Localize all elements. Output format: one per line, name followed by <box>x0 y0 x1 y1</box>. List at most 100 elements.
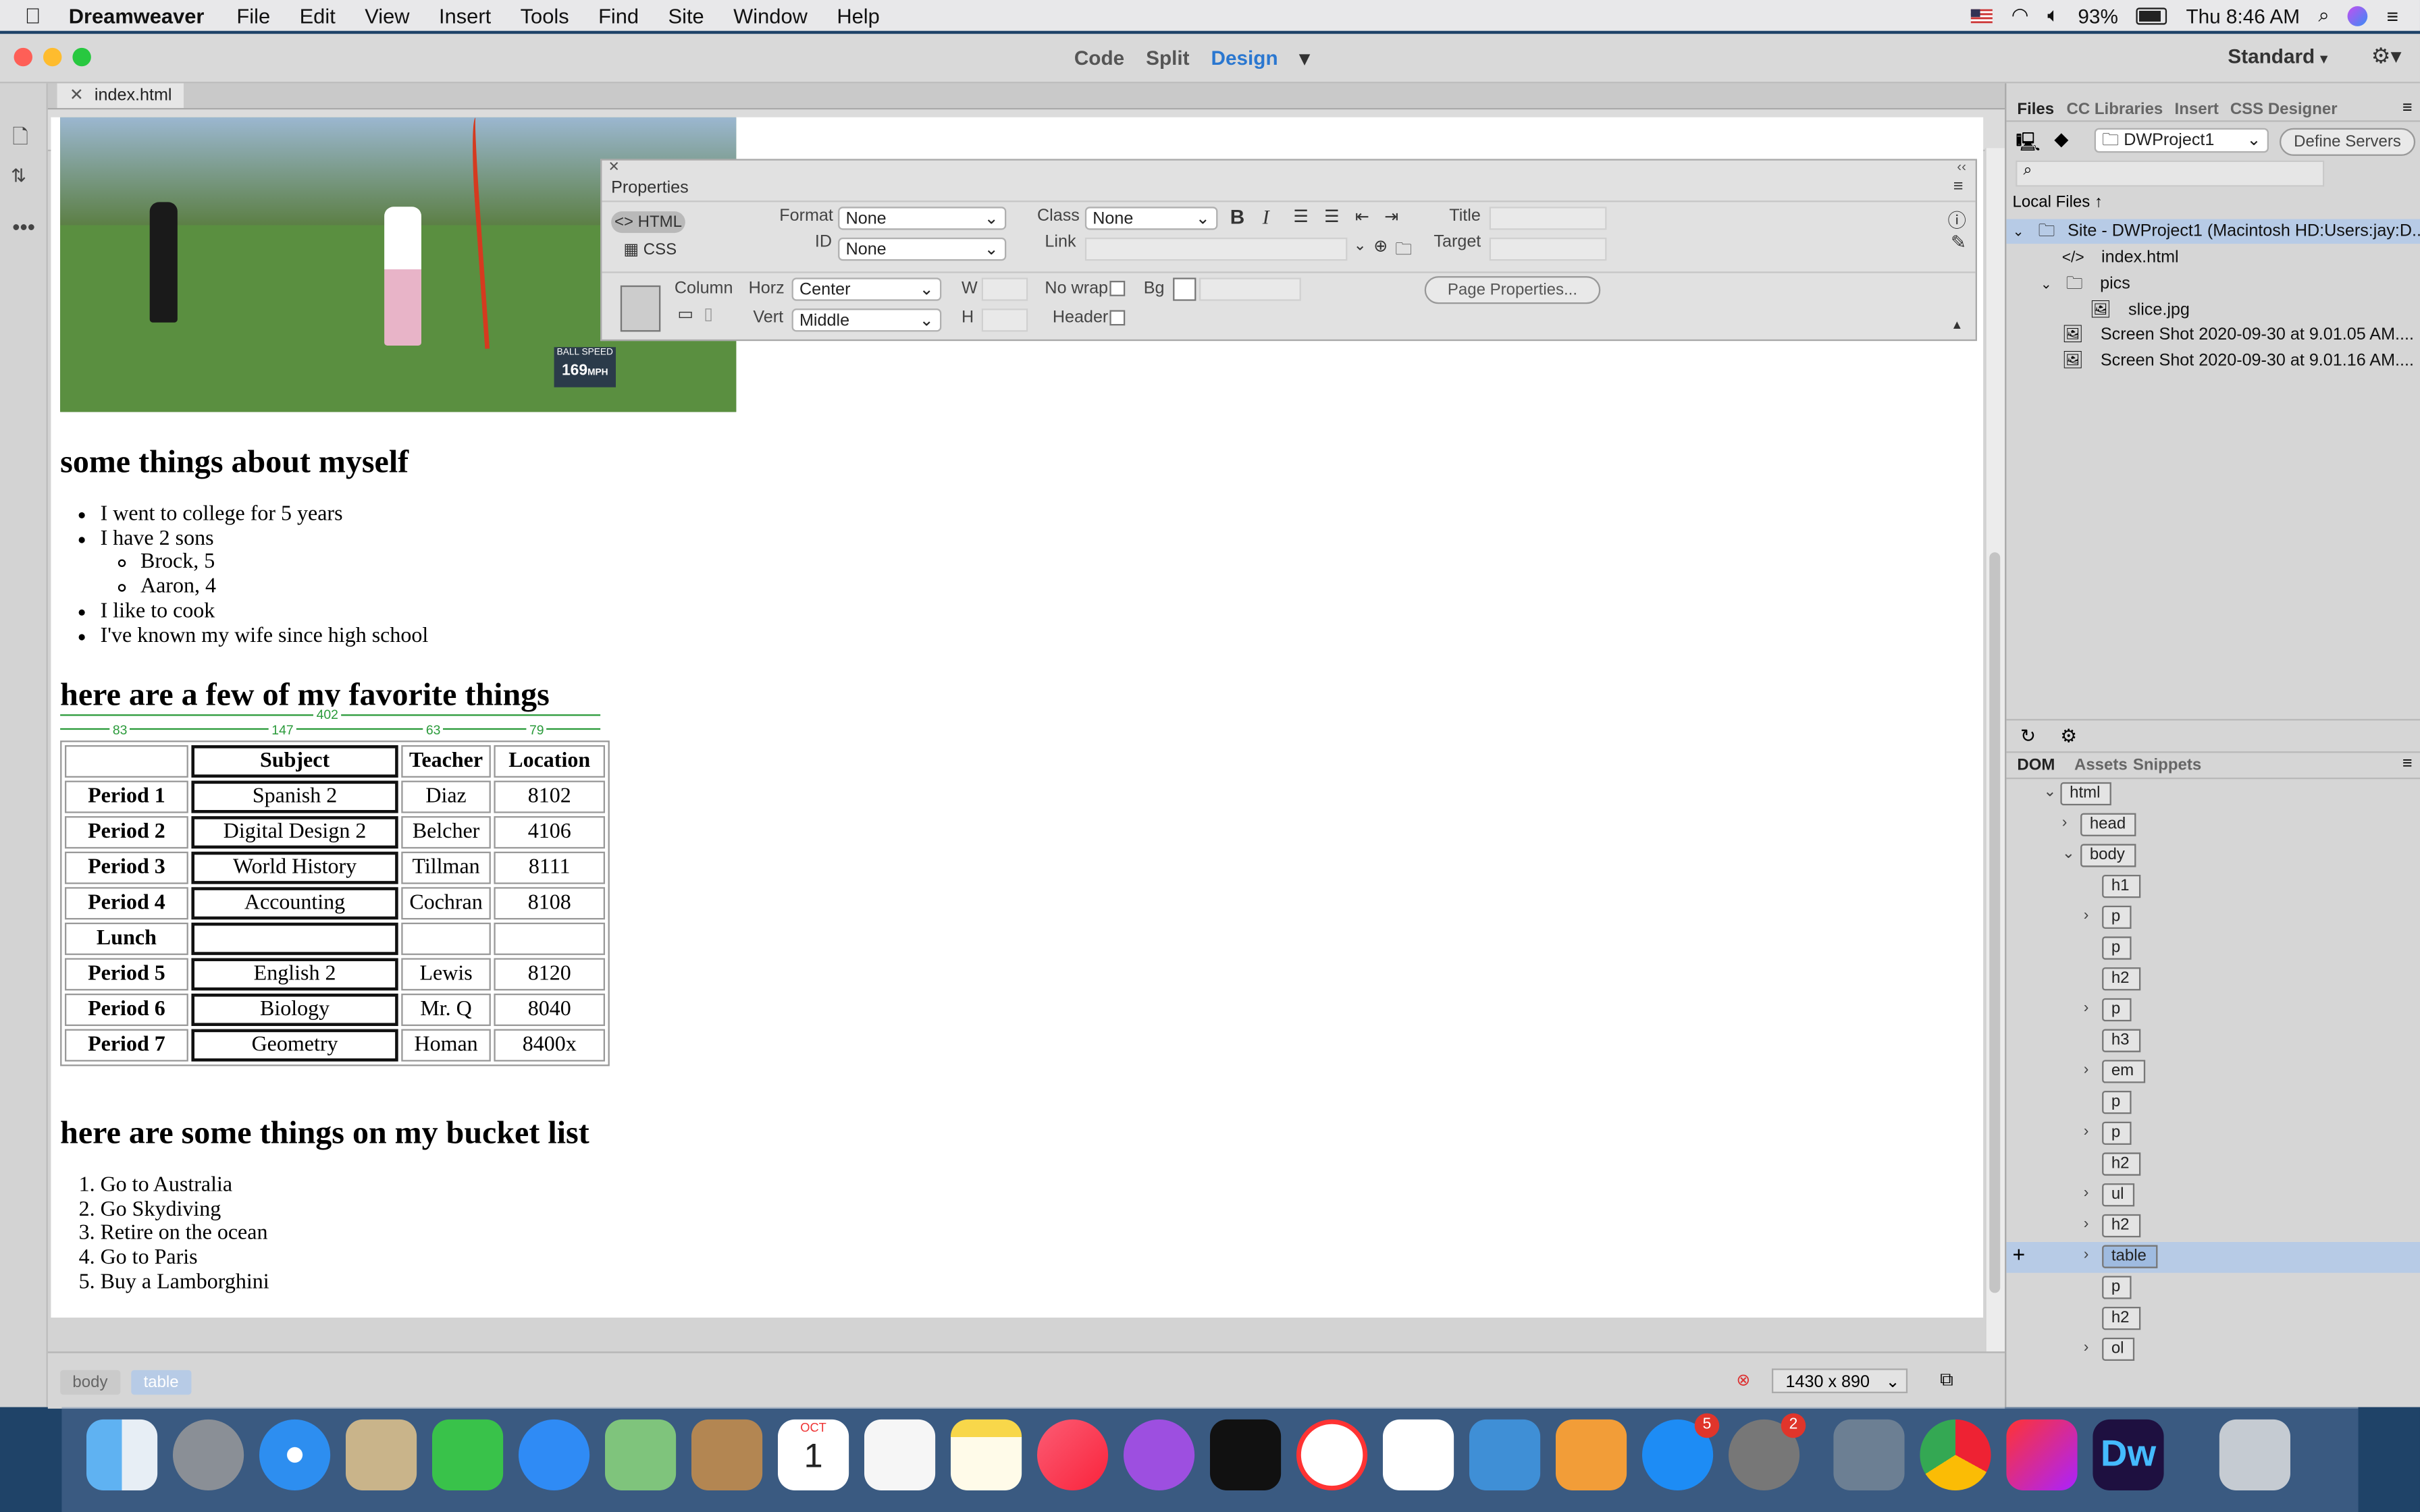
flag-icon[interactable] <box>1971 8 1993 23</box>
table-cell[interactable]: Lunch <box>64 922 188 955</box>
dom-row[interactable]: › p <box>2006 902 2420 934</box>
chevron-right-icon[interactable]: › <box>2062 815 2068 832</box>
finder-icon[interactable] <box>86 1419 158 1490</box>
dom-row-selected[interactable]: + › table <box>2006 1241 2420 1273</box>
table-cell[interactable]: Period 5 <box>64 958 188 991</box>
siri-icon[interactable] <box>2348 5 2369 26</box>
creative-cloud-icon[interactable] <box>2006 1419 2078 1490</box>
table-cell[interactable]: Accounting <box>191 887 398 920</box>
files-search-input[interactable]: ⌕ <box>2016 160 2325 187</box>
new-document-icon[interactable]: 🗋︎ <box>12 124 28 157</box>
search-icon[interactable]: ⌕ <box>2318 3 2330 28</box>
link-field[interactable] <box>1084 237 1348 261</box>
tab-dom[interactable]: DOM <box>2017 756 2055 774</box>
tab-assets[interactable]: Assets <box>2074 756 2128 774</box>
chevron-down-icon[interactable]: ⌄ <box>2043 784 2056 801</box>
tag-selector-body[interactable]: body <box>60 1370 120 1395</box>
news-icon[interactable] <box>1296 1419 1368 1490</box>
table-cell[interactable]: Belcher <box>401 816 491 849</box>
table-cell[interactable]: 8120 <box>494 958 605 991</box>
view-dropdown-icon[interactable]: ▾ <box>1300 47 1310 72</box>
site-select[interactable]: 🗀︎ DWProject1 ⌄ <box>2094 128 2269 153</box>
music-icon[interactable] <box>1036 1419 1109 1490</box>
class-select[interactable]: None ⌄ <box>1084 207 1218 230</box>
table-header-cell[interactable]: Teacher <box>401 745 491 778</box>
table-cell[interactable]: Homan <box>401 1029 491 1062</box>
help-icon[interactable]: ⓘ <box>1948 207 1966 233</box>
format-select[interactable]: None ⌄ <box>838 207 1007 230</box>
height-field[interactable] <box>981 308 1028 332</box>
table-cell[interactable] <box>401 922 491 955</box>
file-row-pics[interactable]: ⌄ 🗀︎ pics <box>2006 271 2420 296</box>
calendar-icon[interactable]: OCT 1 <box>777 1419 849 1490</box>
panel-menu-icon[interactable]: ≡ <box>1953 178 1964 196</box>
dom-row[interactable]: › h2 <box>2006 1211 2420 1242</box>
outdent-icon[interactable]: ⇤ <box>1355 207 1369 227</box>
italic-icon[interactable]: I <box>1263 205 1269 230</box>
trash-icon[interactable] <box>2219 1419 2290 1490</box>
menu-insert[interactable]: Insert <box>439 4 491 27</box>
table-cell[interactable]: Biology <box>191 993 398 1026</box>
connect-server-icon[interactable]: 🖳︎ <box>2016 128 2041 161</box>
panel-menu-icon[interactable]: ≡ <box>2402 755 2413 773</box>
menu-window[interactable]: Window <box>733 4 808 27</box>
app-menu[interactable]: Dreamweaver <box>69 4 205 27</box>
table-cell[interactable]: Mr. Q <box>401 993 491 1026</box>
zoom-window-button[interactable] <box>72 47 91 67</box>
table-cell[interactable]: World History <box>191 851 398 884</box>
sync-icon[interactable]: ⚙ <box>2060 725 2077 747</box>
table-cell[interactable]: Period 6 <box>64 993 188 1026</box>
close-window-button[interactable] <box>14 47 32 67</box>
refresh-icon[interactable]: ↻ <box>2020 725 2036 747</box>
chevron-right-icon[interactable]: › <box>2084 1000 2089 1017</box>
window-size-select[interactable]: 1430 x 890 ⌄ <box>1771 1368 1908 1393</box>
minimize-window-button[interactable] <box>43 47 62 67</box>
dom-row[interactable]: › em <box>2006 1057 2420 1088</box>
header-checkbox[interactable] <box>1109 310 1126 326</box>
dom-row[interactable]: p <box>2006 1087 2420 1118</box>
table-cell[interactable]: Period 1 <box>64 780 188 813</box>
bg-color-swatch[interactable] <box>1173 277 1196 301</box>
table-header-cell[interactable]: Location <box>494 745 605 778</box>
menu-site[interactable]: Site <box>668 4 704 27</box>
appletv-icon[interactable] <box>1209 1419 1282 1490</box>
view-design-button[interactable]: Design <box>1211 47 1278 72</box>
dom-row[interactable]: h2 <box>2006 1150 2420 1181</box>
table-cell[interactable]: Lewis <box>401 958 491 991</box>
chevron-right-icon[interactable]: › <box>2084 907 2089 924</box>
table-cell[interactable]: 8040 <box>494 993 605 1026</box>
table-cell[interactable]: Geometry <box>191 1029 398 1062</box>
browse-folder-icon[interactable]: 🗀︎ <box>1395 236 1412 265</box>
table-cell[interactable]: 8400x <box>494 1029 605 1062</box>
view-code-button[interactable]: Code <box>1074 47 1124 72</box>
dom-row[interactable]: p <box>2006 1273 2420 1304</box>
dom-row[interactable]: p <box>2006 934 2420 965</box>
workspace-switcher[interactable]: Standard ▾ <box>2228 45 2327 68</box>
scrollbar-thumb[interactable] <box>1989 552 2001 1293</box>
panel-menu-icon[interactable]: ≡ <box>2402 99 2413 117</box>
mail-icon[interactable] <box>345 1419 417 1490</box>
control-center-icon[interactable]: ≡ <box>2387 4 2398 27</box>
dom-row[interactable]: › p <box>2006 995 2420 1026</box>
dom-row[interactable]: › p <box>2006 1118 2420 1150</box>
git-icon[interactable]: ◆ <box>2054 128 2068 150</box>
html-mode-button[interactable]: <> HTML <box>611 211 685 234</box>
table-cell[interactable]: Digital Design 2 <box>191 816 398 849</box>
menu-tools[interactable]: Tools <box>521 4 569 27</box>
table-cell[interactable]: English 2 <box>191 958 398 991</box>
tab-insert[interactable]: Insert <box>2175 101 2219 119</box>
tab-cc-libraries[interactable]: CC Libraries <box>2067 101 2163 119</box>
menu-file[interactable]: File <box>236 4 270 27</box>
table-cell[interactable]: 4106 <box>494 816 605 849</box>
tab-files[interactable]: Files <box>2017 101 2054 119</box>
dom-row[interactable]: h1 <box>2006 871 2420 902</box>
maps-icon[interactable] <box>604 1419 677 1490</box>
table-cell[interactable]: Spanish 2 <box>191 780 398 813</box>
safari-icon[interactable] <box>259 1419 331 1490</box>
collapse-panel-icon[interactable]: ‹‹ <box>1957 159 1966 174</box>
horz-select[interactable]: Center ⌄ <box>791 277 942 301</box>
more-tools-icon[interactable]: ••• <box>12 215 35 240</box>
system-preferences-icon[interactable]: 2 <box>1728 1413 1806 1490</box>
menu-edit[interactable]: Edit <box>300 4 336 27</box>
table-cell[interactable]: Period 4 <box>64 887 188 920</box>
